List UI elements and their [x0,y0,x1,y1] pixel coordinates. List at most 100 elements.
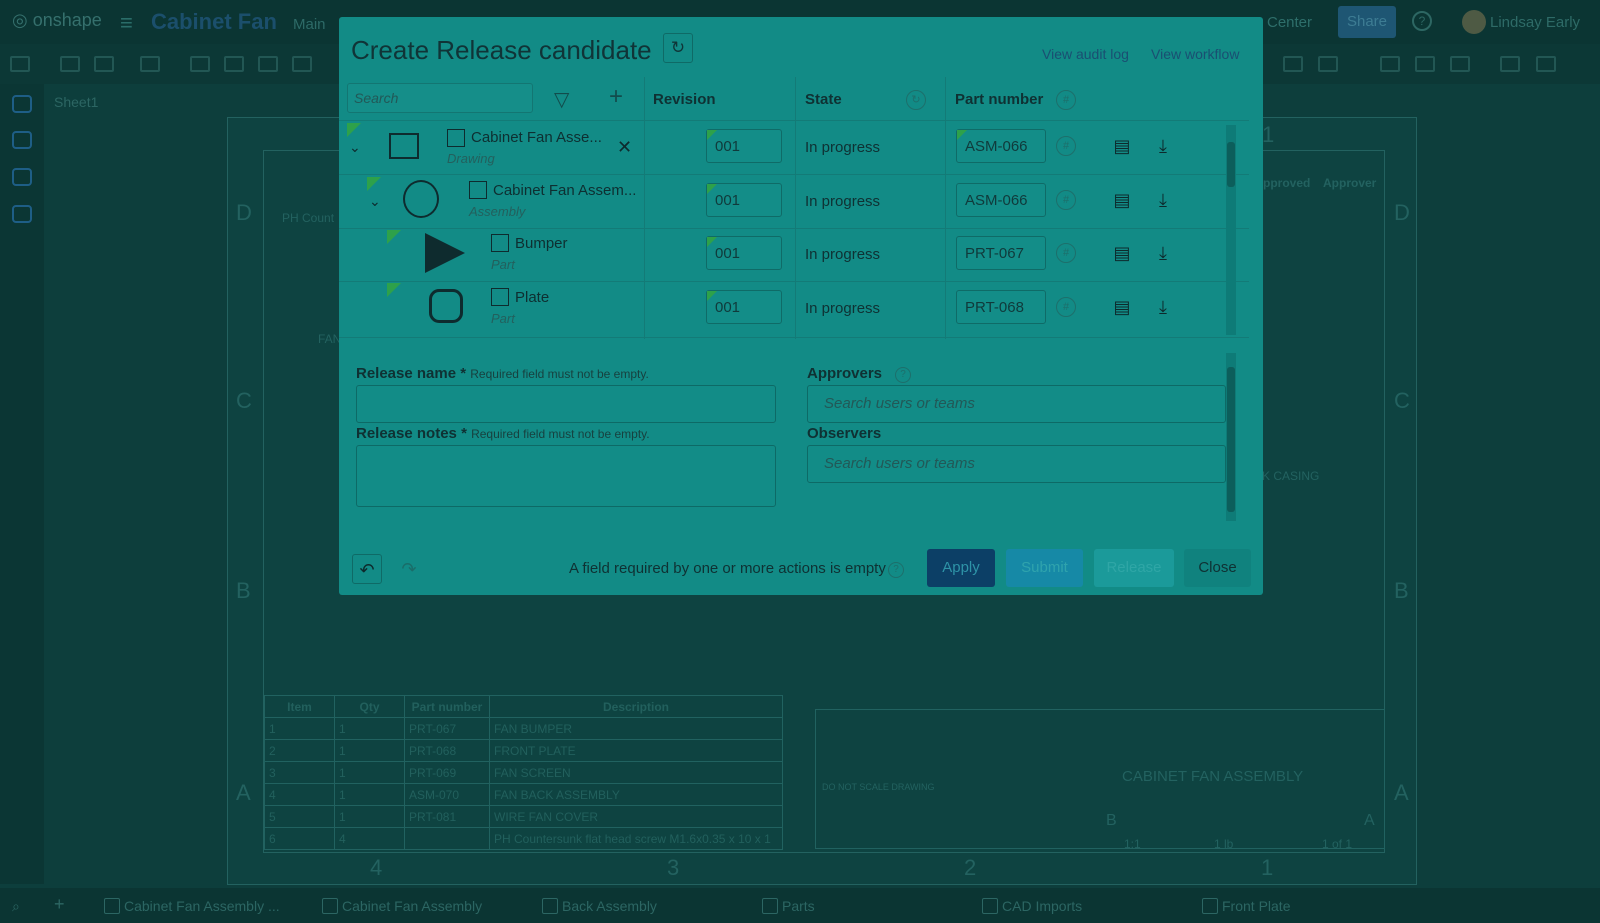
sheet-tab[interactable]: Sheet1 [54,94,98,110]
properties-icon[interactable]: ▤ [1111,296,1133,318]
document-title[interactable]: Cabinet Fan [151,9,277,35]
parts-icon[interactable] [12,168,32,186]
item-name[interactable]: Plate [515,289,549,306]
insert-view-icon[interactable] [190,56,210,72]
view-audit-log-link[interactable]: View audit log [1042,46,1129,62]
part-number-generate-icon[interactable]: # [1056,90,1076,110]
save-icon[interactable] [1380,56,1400,72]
revision-field[interactable]: 001 [706,236,782,270]
part-number-field[interactable]: ASM-066 [956,129,1046,163]
redo-icon[interactable] [94,56,114,72]
state-value: In progress [805,246,881,263]
add-feature-icon[interactable] [12,95,32,113]
feature-list-icon[interactable] [10,56,30,72]
close-icon[interactable]: ✕ [617,137,632,158]
download-icon[interactable]: ⤓ [1152,296,1174,318]
release-name-label-text: Release name [356,365,457,382]
chevron-down-icon[interactable]: ⌄ [369,193,381,210]
part-number-field[interactable]: ASM-066 [956,183,1046,217]
part-number-field[interactable]: PRT-067 [956,236,1046,270]
search-input[interactable]: Search [347,83,533,113]
comment-icon[interactable] [12,131,32,149]
release-button[interactable]: Release [1094,549,1174,587]
items-scroll-thumb[interactable] [1227,142,1235,187]
tab-search-icon[interactable]: ⌕ [12,898,20,915]
help-icon[interactable]: ? [1412,11,1432,31]
close-button[interactable]: Close [1184,549,1251,587]
apply-button[interactable]: Apply [927,549,995,587]
add-item-icon[interactable]: + [609,83,623,111]
menu-icon[interactable]: ≡ [120,10,133,36]
line-icon[interactable] [1283,56,1303,72]
download-icon[interactable]: ⤓ [1152,135,1174,157]
tab-drawing[interactable]: Cabinet Fan Assembly ... [100,898,280,914]
rotate-icon[interactable] [292,56,312,72]
share-button[interactable]: Share [1338,6,1396,38]
item-name[interactable]: Cabinet Fan Asse... [471,129,602,146]
revision-field[interactable]: 001 [706,129,782,163]
tab-assembly[interactable]: Cabinet Fan Assembly [318,898,482,914]
bom-cell: 5 [264,805,335,828]
user-name[interactable]: Lindsay Early [1490,14,1580,31]
regen-icon[interactable] [140,56,160,72]
zone-row-d: D [236,200,252,225]
status-flag [347,123,361,137]
history-icon[interactable] [12,205,32,223]
tab-back-assembly[interactable]: Back Assembly [538,898,657,914]
form-scroll-thumb[interactable] [1227,367,1235,512]
branch-label[interactable]: Main [293,16,326,33]
approvers-input[interactable]: Search users or teams [807,385,1226,423]
avatar[interactable] [1462,10,1486,34]
spline-icon[interactable] [1318,56,1338,72]
observers-label: Observers [807,425,882,442]
hash-icon[interactable]: # [1056,190,1076,210]
release-notes-textarea[interactable] [356,445,776,507]
hash-icon[interactable]: # [1056,136,1076,156]
onshape-logo[interactable]: ◎ onshape [12,10,102,31]
image-icon[interactable] [1415,56,1435,72]
column-state: State [805,91,842,108]
download-icon[interactable]: ⤓ [1152,242,1174,264]
undo-icon[interactable]: ↶ [352,554,382,584]
table-icon[interactable] [224,56,244,72]
row-divider [339,281,1249,282]
chevron-down-icon[interactable]: ⌄ [349,139,361,156]
refresh-icon[interactable]: ↻ [663,33,693,63]
view-workflow-link[interactable]: View workflow [1151,46,1239,62]
state-refresh-icon[interactable]: ↻ [906,90,926,110]
sketch-icon[interactable] [258,56,278,72]
item-name[interactable]: Cabinet Fan Assem... [493,182,636,199]
revision-field[interactable]: 001 [706,290,782,324]
approvers-help-icon[interactable]: ? [895,367,911,383]
tab-cad-imports[interactable]: CAD Imports [978,898,1082,914]
download-icon[interactable]: ⤓ [1152,189,1174,211]
item-name[interactable]: Bumper [515,235,568,252]
tab-parts[interactable]: Parts [758,898,815,914]
hash-icon[interactable]: # [1056,297,1076,317]
properties-icon[interactable]: ▤ [1111,189,1133,211]
redo-icon[interactable]: ↷ [394,554,424,584]
undo-icon[interactable] [60,56,80,72]
zoom-icon[interactable] [1500,56,1520,72]
hash-icon[interactable]: # [1056,243,1076,263]
submit-button[interactable]: Submit [1006,549,1083,587]
table-row: 5 1 PRT-081 WIRE FAN COVER [264,805,783,828]
required-message: Required field must not be empty. [470,367,649,381]
revision-field[interactable]: 001 [706,183,782,217]
properties-icon[interactable]: ▤ [1111,242,1133,264]
tab-front-plate[interactable]: Front Plate [1198,898,1290,914]
assembly-icon [469,181,487,199]
filter-icon[interactable]: ▽ [554,87,569,112]
release-name-input[interactable] [356,385,776,423]
pen-icon[interactable] [1450,56,1470,72]
fan-callout: FAN [318,332,342,346]
observers-input[interactable]: Search users or teams [807,445,1226,483]
properties-icon[interactable]: ▤ [1111,135,1133,157]
part-number-field[interactable]: PRT-068 [956,290,1046,324]
footer-help-icon[interactable]: ? [888,562,904,578]
search-tool-icon[interactable] [1536,56,1556,72]
row-divider [339,228,1249,229]
add-tab-icon[interactable]: + [54,894,65,915]
learning-center-link[interactable]: Center [1267,14,1312,31]
bom-col-description: Description [489,695,783,718]
